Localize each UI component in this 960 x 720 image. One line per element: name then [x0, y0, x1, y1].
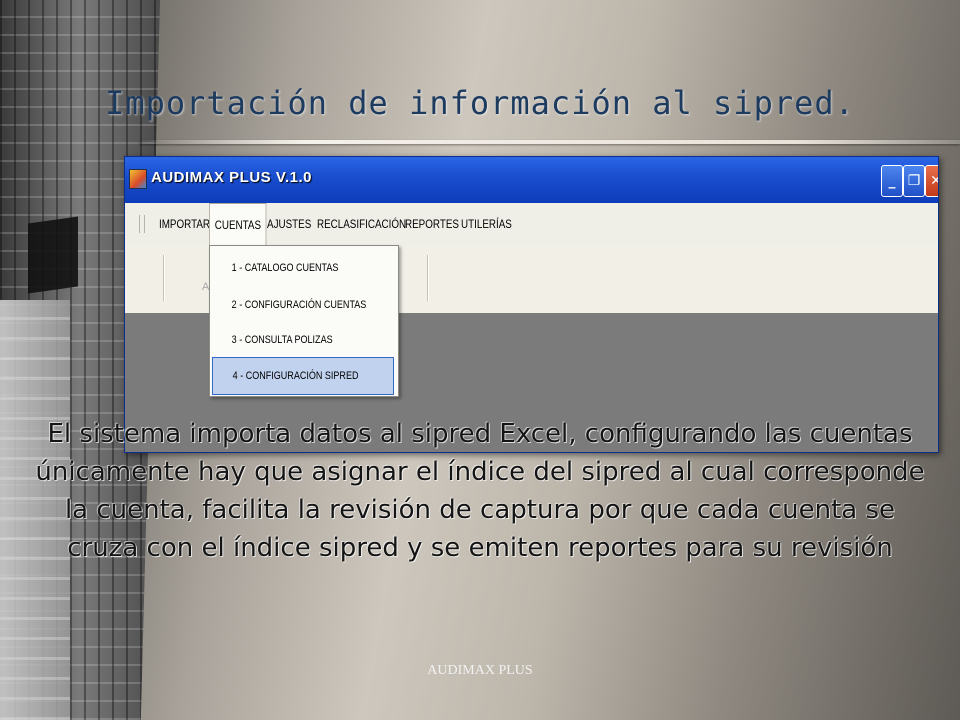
slide-body-text: El sistema importa datos al sipred Excel…	[35, 419, 925, 563]
menu-importar[interactable]: IMPORTAR	[159, 203, 210, 245]
menu-reportes[interactable]: REPORTES	[405, 203, 459, 245]
menu-reclasificacion[interactable]: RECLASIFICACIÓN	[317, 203, 406, 245]
close-button[interactable]: ✕	[925, 165, 938, 197]
menu-cuentas[interactable]: CUENTAS	[209, 203, 267, 245]
app-window: AUDIMAX PLUS V.1.0 _ ❐ ✕ IMPORTAR CUENTA…	[124, 156, 939, 453]
slide-title: Importación de información al sipred.	[105, 84, 855, 122]
minimize-button[interactable]: _	[881, 165, 903, 197]
menu-ajustes[interactable]: AJUSTES	[267, 203, 311, 245]
slide-footer: AUDIMAX PLUS	[427, 663, 533, 678]
restore-button[interactable]: ❐	[903, 165, 925, 197]
app-icon	[129, 169, 147, 189]
window-title: AUDIMAX PLUS V.1.0	[151, 169, 312, 186]
dropdown-item-consulta-polizas[interactable]: 3 - CONSULTA POLIZAS	[212, 322, 394, 358]
menu-bar: IMPORTAR CUENTAS AJUSTES RECLASIFICACIÓN…	[125, 203, 938, 246]
dropdown-item-configuracion-cuentas[interactable]: 2 - CONFIGURACIÓN CUENTAS	[212, 287, 394, 323]
background-shadow	[28, 216, 78, 294]
dropdown-item-configuracion-sipred[interactable]: 4 - CONFIGURACIÓN SIPRED	[212, 357, 394, 395]
menu-utilerias[interactable]: UTILERÍAS	[461, 203, 512, 245]
title-divider	[140, 140, 960, 144]
toolbar-separator	[163, 255, 164, 301]
dropdown-item-catalogo-cuentas[interactable]: 1 - CATALOGO CUENTAS	[212, 250, 394, 286]
window-titlebar[interactable]: AUDIMAX PLUS V.1.0 _ ❐ ✕	[125, 157, 938, 203]
cuentas-dropdown-menu: 1 - CATALOGO CUENTAS 2 - CONFIGURACIÓN C…	[209, 245, 399, 397]
menu-grip-icon	[139, 215, 145, 233]
toolbar-separator	[427, 255, 428, 301]
